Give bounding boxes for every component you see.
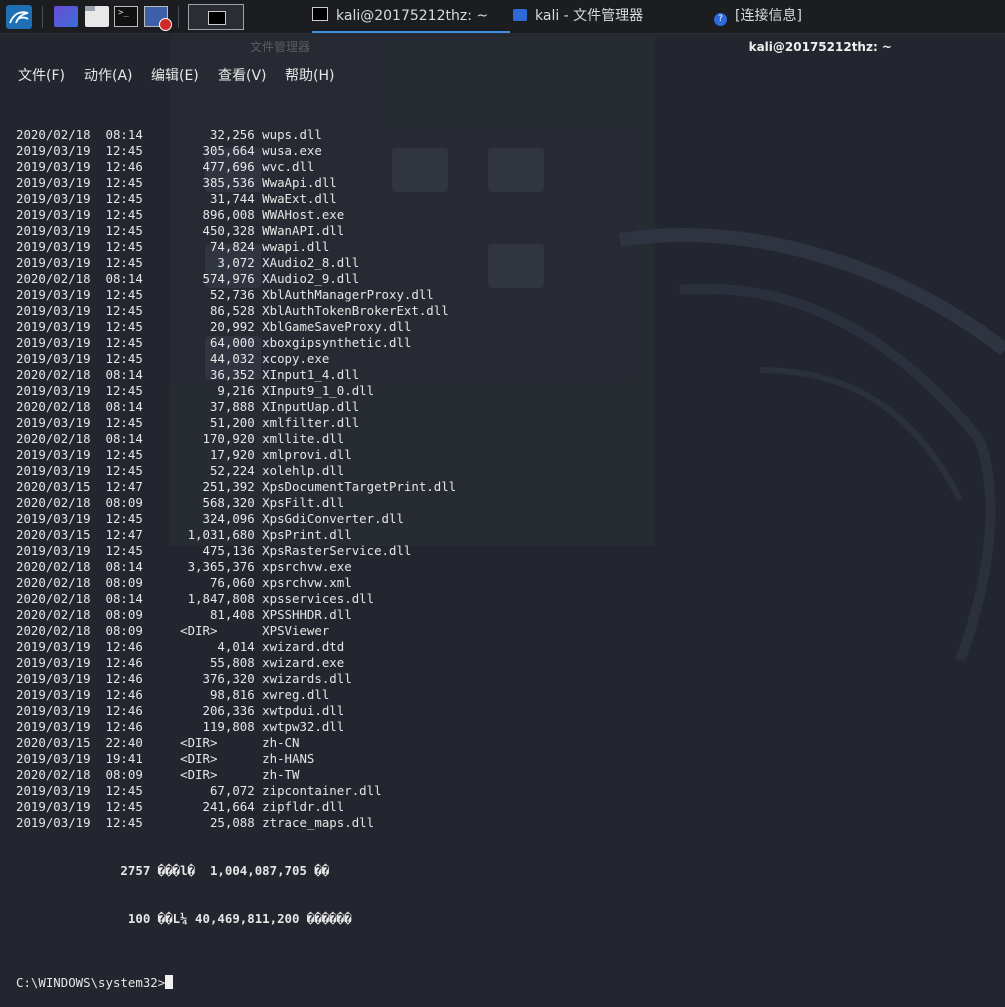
listing-row: 2019/03/19 12:45 896,008 WWAHost.exe — [16, 207, 345, 222]
active-task-indicator — [312, 31, 510, 33]
listing-row: 2019/03/19 12:45 385,536 WwaApi.dll — [16, 175, 337, 190]
menu-help[interactable]: 帮助(H) — [285, 65, 334, 85]
listing-row: 2019/03/19 12:45 64,000 xboxgipsynthetic… — [16, 335, 412, 350]
panel-separator — [178, 6, 179, 28]
listing-row: 2019/03/19 12:45 31,744 WwaExt.dll — [16, 191, 337, 206]
listing-row: 2020/02/18 08:14 574,976 XAudio2_9.dll — [16, 271, 360, 286]
top-panel: kali@20175212thz: ~ kali - 文件管理器 ? [连接信息] — [0, 0, 1005, 34]
listing-row: 2019/03/19 12:46 206,336 xwtpdui.dll — [16, 703, 345, 718]
listing-row: 2019/03/19 19:41 <DIR> zh-HANS — [16, 751, 315, 766]
listing-row: 2019/03/19 12:45 52,224 xolehlp.dll — [16, 463, 345, 478]
command-prompt[interactable]: C:\WINDOWS\system32> — [16, 975, 1005, 991]
listing-row: 2020/02/18 08:09 81,408 XPSSHHDR.dll — [16, 607, 352, 622]
menu-action[interactable]: 动作(A) — [84, 65, 133, 85]
file-manager-icon[interactable] — [85, 6, 109, 27]
listing-row: 2019/03/19 12:45 9,216 XInput9_1_0.dll — [16, 383, 375, 398]
listing-row: 2019/03/19 12:45 25,088 ztrace_maps.dll — [16, 815, 375, 830]
listing-row: 2019/03/19 12:46 4,014 xwizard.dtd — [16, 639, 345, 654]
listing-row: 2019/03/19 12:45 17,920 xmlprovi.dll — [16, 447, 352, 462]
listing-row: 2019/03/19 12:45 241,664 zipfldr.dll — [16, 799, 345, 814]
task-connection-info[interactable]: ? [连接信息] — [714, 0, 802, 33]
listing-row: 2020/02/18 08:14 170,920 xmllite.dll — [16, 431, 345, 446]
listing-row: 2019/03/19 12:45 44,032 xcopy.exe — [16, 351, 330, 366]
listing-row: 2019/03/19 12:46 55,808 xwizard.exe — [16, 655, 345, 670]
listing-row: 2020/03/15 22:40 <DIR> zh-CN — [16, 735, 300, 750]
terminal-menubar: 文件(F) 动作(A) 编辑(E) 查看(V) 帮助(H) — [0, 58, 1005, 90]
listing-row: 2019/03/19 12:45 475,136 XpsRasterServic… — [16, 543, 412, 558]
listing-row: 2019/03/19 12:45 450,328 WWanAPI.dll — [16, 223, 345, 238]
record-indicator-icon — [159, 18, 172, 31]
listing-row: 2019/03/19 12:45 20,992 XblGameSaveProxy… — [16, 319, 412, 334]
menu-file[interactable]: 文件(F) — [18, 65, 65, 85]
dir-listing: 2020/02/18 08:14 32,256 wups.dll 2019/03/… — [16, 127, 1005, 831]
listing-row: 2019/03/19 12:45 74,824 wwapi.dll — [16, 239, 330, 254]
listing-row: 2019/03/19 12:46 477,696 wvc.dll — [16, 159, 315, 174]
task-terminal[interactable]: kali@20175212thz: ~ — [312, 0, 510, 33]
workspace-thumbnail-icon — [208, 11, 226, 25]
help-icon: ? — [714, 13, 727, 26]
window-title: kali@20175212thz: ~ — [748, 40, 892, 54]
listing-row: 2020/02/18 08:09 76,060 xpsrchvw.xml — [16, 575, 352, 590]
prompt-text: C:\WINDOWS\system32> — [16, 975, 166, 990]
summary-files: 2757 ���l� 1,004,087,705 �� — [16, 863, 330, 878]
menu-view[interactable]: 查看(V) — [218, 65, 267, 85]
listing-row: 2020/02/18 08:14 36,352 XInput1_4.dll — [16, 367, 360, 382]
text-cursor — [165, 975, 174, 989]
listing-row: 2020/02/18 08:14 1,847,808 xpsservices.d… — [16, 591, 375, 606]
listing-row: 2020/02/18 08:09 568,320 XpsFilt.dll — [16, 495, 345, 510]
listing-row: 2020/02/18 08:14 32,256 wups.dll — [16, 127, 322, 142]
listing-row: 2019/03/19 12:46 119,808 xwtpw32.dll — [16, 719, 345, 734]
listing-row: 2019/03/19 12:45 86,528 XblAuthTokenBrok… — [16, 303, 449, 318]
listing-row: 2019/03/19 12:46 98,816 xwreg.dll — [16, 687, 330, 702]
show-desktop-icon[interactable] — [54, 6, 78, 27]
listing-row: 2019/03/19 12:45 3,072 XAudio2_8.dll — [16, 255, 360, 270]
task-connection-info-label: [连接信息] — [735, 8, 802, 24]
panel-separator — [42, 6, 43, 28]
listing-row: 2020/02/18 08:09 <DIR> XPSViewer — [16, 623, 330, 638]
terminal-output[interactable]: 2020/02/18 08:14 32,256 wups.dll 2019/03/… — [16, 95, 1005, 990]
listing-row: 2019/03/19 12:45 324,096 XpsGdiConverter… — [16, 511, 404, 526]
kali-menu-icon[interactable] — [6, 5, 32, 29]
listing-row: 2019/03/19 12:45 67,072 zipcontainer.dll — [16, 783, 382, 798]
listing-row: 2019/03/19 12:46 376,320 xwizards.dll — [16, 671, 352, 686]
listing-row: 2019/03/19 12:45 51,200 xmlfilter.dll — [16, 415, 360, 430]
workspace-switcher[interactable] — [188, 4, 244, 30]
task-terminal-label: kali@20175212thz: ~ — [336, 8, 489, 24]
listing-row: 2020/03/15 12:47 251,392 XpsDocumentTarg… — [16, 479, 457, 494]
background-window-title: 文件管理器 — [250, 40, 311, 54]
folder-home-icon — [513, 9, 527, 21]
terminal-icon — [312, 7, 328, 21]
task-file-manager[interactable]: kali - 文件管理器 — [513, 0, 643, 33]
listing-row: 2020/02/18 08:09 <DIR> zh-TW — [16, 767, 300, 782]
task-file-manager-label: kali - 文件管理器 — [535, 8, 644, 24]
listing-row: 2019/03/19 12:45 52,736 XblAuthManagerPr… — [16, 287, 434, 302]
screen-recorder-icon[interactable] — [144, 6, 172, 31]
listing-row: 2020/03/15 12:47 1,031,680 XpsPrint.dll — [16, 527, 352, 542]
terminal-launcher-icon[interactable] — [114, 6, 138, 27]
menu-edit[interactable]: 编辑(E) — [151, 65, 199, 85]
listing-row: 2020/02/18 08:14 3,365,376 xpsrchvw.exe — [16, 559, 352, 574]
summary-dirs: 100 ��L¼ 40,469,811,200 ������ — [16, 911, 352, 926]
listing-row: 2020/02/18 08:14 37,888 XInputUap.dll — [16, 399, 360, 414]
listing-row: 2019/03/19 12:45 305,664 wusa.exe — [16, 143, 322, 158]
